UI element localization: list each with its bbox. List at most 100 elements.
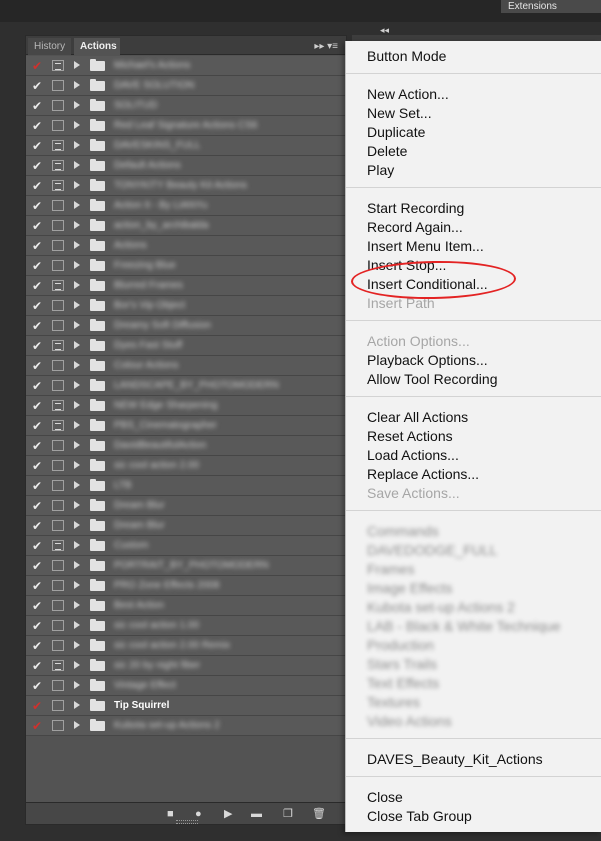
expand-triangle-icon[interactable] bbox=[74, 141, 80, 149]
toggle-check-icon[interactable]: ✔ bbox=[32, 518, 44, 534]
dialog-toggle-icon[interactable] bbox=[52, 660, 64, 671]
menu-set-item[interactable]: Frames bbox=[367, 560, 414, 578]
action-set-row[interactable]: ✔ SOLITUD bbox=[26, 96, 346, 116]
dialog-toggle-icon[interactable] bbox=[52, 60, 64, 71]
expand-triangle-icon[interactable] bbox=[74, 681, 80, 689]
toggle-check-icon[interactable]: ✔ bbox=[32, 578, 44, 594]
menu-set-item[interactable]: Video Actions bbox=[367, 712, 452, 730]
action-set-row[interactable]: ✔ PBS_Cinematographer bbox=[26, 416, 346, 436]
dialog-toggle-icon[interactable] bbox=[52, 620, 64, 631]
expand-triangle-icon[interactable] bbox=[74, 341, 80, 349]
action-set-row[interactable]: ✔ Kubota set-up Actions 2 bbox=[26, 716, 346, 736]
action-set-row[interactable]: ✔ DavidBeautifulAction bbox=[26, 436, 346, 456]
toggle-check-icon[interactable]: ✔ bbox=[32, 718, 44, 734]
record-icon[interactable]: ● bbox=[195, 807, 202, 821]
action-set-row[interactable]: ✔ Freezing Blue bbox=[26, 256, 346, 276]
action-set-row[interactable]: ✔ sic cool action 2.00 Remix bbox=[26, 636, 346, 656]
extensions-button[interactable]: Extensions bbox=[501, 0, 601, 13]
dialog-toggle-icon[interactable] bbox=[52, 680, 64, 691]
dialog-toggle-icon[interactable] bbox=[52, 360, 64, 371]
dialog-toggle-icon[interactable] bbox=[52, 180, 64, 191]
action-set-row[interactable]: ✔ Default Actions bbox=[26, 156, 346, 176]
toggle-check-icon[interactable]: ✔ bbox=[32, 198, 44, 214]
menu-set-item[interactable]: Commands bbox=[367, 522, 439, 540]
action-set-row[interactable]: ✔ NEW Edge Sharpening bbox=[26, 396, 346, 416]
expand-triangle-icon[interactable] bbox=[74, 401, 80, 409]
toggle-check-icon[interactable]: ✔ bbox=[32, 118, 44, 134]
menu-close[interactable]: Close bbox=[367, 788, 403, 806]
menu-set-item[interactable]: Textures bbox=[367, 693, 420, 711]
action-set-row[interactable]: ✔ Dyes Fast Stuff bbox=[26, 336, 346, 356]
dialog-toggle-icon[interactable] bbox=[52, 380, 64, 391]
toggle-check-icon[interactable]: ✔ bbox=[32, 678, 44, 694]
dialog-toggle-icon[interactable] bbox=[52, 420, 64, 431]
dialog-toggle-icon[interactable] bbox=[52, 500, 64, 511]
toggle-check-icon[interactable]: ✔ bbox=[32, 598, 44, 614]
expand-triangle-icon[interactable] bbox=[74, 181, 80, 189]
expand-triangle-icon[interactable] bbox=[74, 661, 80, 669]
dialog-toggle-icon[interactable] bbox=[52, 320, 64, 331]
expand-triangle-icon[interactable] bbox=[74, 201, 80, 209]
menu-load-actions[interactable]: Load Actions... bbox=[367, 446, 459, 464]
menu-reset-actions[interactable]: Reset Actions bbox=[367, 427, 453, 445]
action-set-row[interactable]: ✔ action_by_archibalda bbox=[26, 216, 346, 236]
expand-triangle-icon[interactable] bbox=[74, 101, 80, 109]
action-set-row[interactable]: ✔ Dream Blur bbox=[26, 496, 346, 516]
action-set-row[interactable]: ✔ sic cool action 1.00 bbox=[26, 616, 346, 636]
dialog-toggle-icon[interactable] bbox=[52, 400, 64, 411]
action-set-row[interactable]: ✔ Action It - By LIANYu bbox=[26, 196, 346, 216]
toggle-check-icon[interactable]: ✔ bbox=[32, 138, 44, 154]
expand-triangle-icon[interactable] bbox=[74, 521, 80, 529]
menu-set-item[interactable]: Image Effects bbox=[367, 579, 452, 597]
stop-icon[interactable]: ■ bbox=[167, 807, 174, 821]
toggle-check-icon[interactable]: ✔ bbox=[32, 698, 44, 714]
action-set-row[interactable]: ✔ LANDSCAPE_BY_PHOTOMODERN bbox=[26, 376, 346, 396]
expand-triangle-icon[interactable] bbox=[74, 481, 80, 489]
menu-duplicate[interactable]: Duplicate bbox=[367, 123, 425, 141]
action-set-row[interactable]: ✔ Colour Actions bbox=[26, 356, 346, 376]
toggle-check-icon[interactable]: ✔ bbox=[32, 538, 44, 554]
action-set-row[interactable]: ✔ PRO Zone Effects 2008 bbox=[26, 576, 346, 596]
action-set-row[interactable]: ✔ Custom bbox=[26, 536, 346, 556]
action-set-row[interactable]: ✔ DAVE SOLUTION bbox=[26, 76, 346, 96]
toggle-check-icon[interactable]: ✔ bbox=[32, 498, 44, 514]
dialog-toggle-icon[interactable] bbox=[52, 100, 64, 111]
toggle-check-icon[interactable]: ✔ bbox=[32, 298, 44, 314]
toggle-check-icon[interactable]: ✔ bbox=[32, 338, 44, 354]
resize-grip[interactable] bbox=[176, 820, 198, 824]
action-set-row[interactable]: ✔ DAVESKINS_FULL bbox=[26, 136, 346, 156]
expand-triangle-icon[interactable] bbox=[74, 621, 80, 629]
menu-record-again[interactable]: Record Again... bbox=[367, 218, 463, 236]
action-set-row[interactable]: ✔ Blurred Frames bbox=[26, 276, 346, 296]
toggle-check-icon[interactable]: ✔ bbox=[32, 98, 44, 114]
dialog-toggle-icon[interactable] bbox=[52, 220, 64, 231]
menu-play[interactable]: Play bbox=[367, 161, 394, 179]
expand-triangle-icon[interactable] bbox=[74, 421, 80, 429]
dialog-toggle-icon[interactable] bbox=[52, 200, 64, 211]
dialog-toggle-icon[interactable] bbox=[52, 540, 64, 551]
menu-clear-all-actions[interactable]: Clear All Actions bbox=[367, 408, 468, 426]
menu-set-item[interactable]: Text Effects bbox=[367, 674, 439, 692]
expand-triangle-icon[interactable] bbox=[74, 241, 80, 249]
toggle-check-icon[interactable]: ✔ bbox=[32, 438, 44, 454]
menu-insert-menu-item[interactable]: Insert Menu Item... bbox=[367, 237, 484, 255]
expand-triangle-icon[interactable] bbox=[74, 641, 80, 649]
expand-triangle-icon[interactable] bbox=[74, 381, 80, 389]
menu-set-item[interactable]: Stars Trails bbox=[367, 655, 437, 673]
action-set-row[interactable]: ✔ sic 20 by night fiber bbox=[26, 656, 346, 676]
expand-triangle-icon[interactable] bbox=[74, 321, 80, 329]
toggle-check-icon[interactable]: ✔ bbox=[32, 258, 44, 274]
dialog-toggle-icon[interactable] bbox=[52, 520, 64, 531]
action-set-row[interactable]: ✔ PORTRAIT_BY_PHOTOMODERN bbox=[26, 556, 346, 576]
dialog-toggle-icon[interactable] bbox=[52, 580, 64, 591]
dialog-toggle-icon[interactable] bbox=[52, 700, 64, 711]
toggle-check-icon[interactable]: ✔ bbox=[32, 358, 44, 374]
expand-triangle-icon[interactable] bbox=[74, 501, 80, 509]
new-set-icon[interactable]: ▬ bbox=[251, 807, 262, 821]
dialog-toggle-icon[interactable] bbox=[52, 560, 64, 571]
action-set-row[interactable]: ✔ Vintage Effect bbox=[26, 676, 346, 696]
action-set-row[interactable]: ✔ Dream Blur bbox=[26, 516, 346, 536]
toggle-check-icon[interactable]: ✔ bbox=[32, 618, 44, 634]
dialog-toggle-icon[interactable] bbox=[52, 440, 64, 451]
dialog-toggle-icon[interactable] bbox=[52, 480, 64, 491]
